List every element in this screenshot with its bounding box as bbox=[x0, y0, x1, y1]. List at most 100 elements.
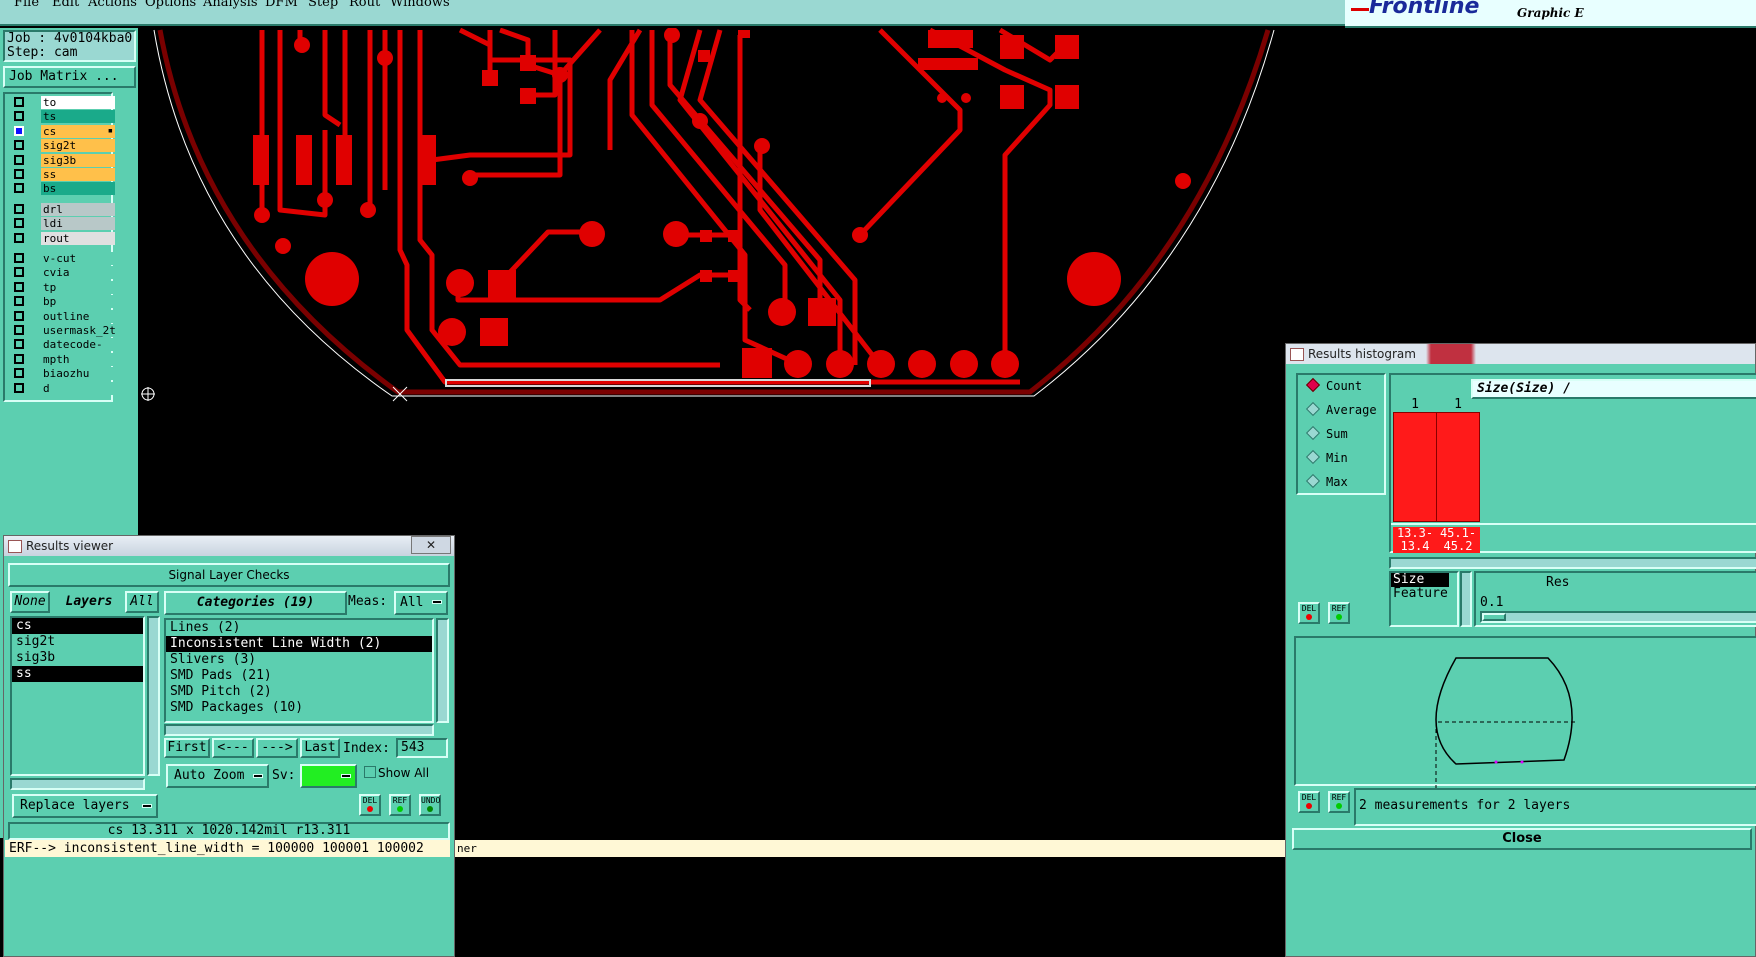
categories-list[interactable]: Lines (2) Inconsistent Line Width (2) Sl… bbox=[164, 618, 434, 723]
job-matrix-button[interactable]: Job Matrix ... bbox=[3, 66, 136, 88]
layer-name[interactable]: bs bbox=[41, 182, 115, 196]
layer-checkbox[interactable] bbox=[14, 382, 24, 393]
layer-checkbox[interactable] bbox=[14, 154, 24, 165]
layer-checkbox[interactable] bbox=[14, 232, 24, 243]
list-item[interactable]: SMD Packages (10) bbox=[166, 700, 432, 716]
layer-name[interactable]: cs ▪ bbox=[41, 124, 115, 138]
list-item[interactable]: Slivers (3) bbox=[166, 652, 432, 668]
list-item[interactable]: Size bbox=[1391, 573, 1449, 587]
layer-name[interactable]: v-cut bbox=[41, 252, 115, 265]
layer-checkbox[interactable] bbox=[14, 267, 24, 278]
layer-name[interactable]: drl bbox=[41, 202, 115, 216]
all-layers-button[interactable]: All bbox=[125, 591, 159, 613]
layer-checkbox[interactable] bbox=[14, 218, 24, 229]
layer-checkbox[interactable] bbox=[14, 97, 24, 107]
layer-name[interactable]: bp bbox=[41, 295, 115, 309]
menu-step[interactable]: Step bbox=[308, 0, 338, 10]
menu-dfm[interactable]: DFM bbox=[265, 0, 298, 10]
layer-row-mpth[interactable]: mpth bbox=[11, 352, 115, 366]
list-item[interactable]: Inconsistent Line Width (2) bbox=[166, 636, 432, 652]
layers-hscrollbar[interactable] bbox=[10, 778, 145, 790]
menu-windows[interactable]: Windows bbox=[390, 0, 450, 10]
replace-layers-dropdown[interactable]: Replace layers bbox=[12, 794, 158, 818]
list-item[interactable]: SMD Pads (21) bbox=[166, 668, 432, 684]
first-button[interactable]: First bbox=[164, 738, 210, 758]
layer-checkbox[interactable] bbox=[14, 339, 24, 350]
layer-name[interactable]: ss bbox=[41, 168, 115, 181]
layer-row-cs[interactable]: cs ▪ bbox=[11, 124, 115, 138]
mode-count-radio[interactable]: Count bbox=[1305, 377, 1362, 393]
layer-name[interactable]: mpth bbox=[41, 352, 115, 366]
ref-button[interactable]: REF bbox=[1328, 602, 1350, 624]
layer-row-cvia[interactable]: cvia bbox=[11, 266, 115, 280]
layer-row-tp[interactable]: tp bbox=[11, 280, 115, 294]
field-scrollbar[interactable] bbox=[1460, 571, 1472, 627]
layer-checkbox[interactable] bbox=[14, 169, 24, 179]
layer-row-drl[interactable]: drl bbox=[11, 202, 115, 216]
layer-checkbox[interactable] bbox=[14, 125, 24, 136]
mode-sum-radio[interactable]: Sum bbox=[1305, 425, 1348, 441]
layer-checkbox[interactable] bbox=[14, 111, 24, 122]
prev-button[interactable]: <--- bbox=[212, 738, 254, 758]
menu-options[interactable]: Options bbox=[145, 0, 196, 10]
sv-color-dropdown[interactable] bbox=[300, 764, 357, 788]
layer-name[interactable]: usermask_2t bbox=[41, 324, 116, 337]
list-item[interactable]: sig2t bbox=[12, 634, 143, 650]
layer-row-ts[interactable]: ts bbox=[11, 110, 115, 124]
menu-file[interactable]: File bbox=[14, 0, 39, 10]
menu-actions[interactable]: Actions bbox=[88, 0, 137, 10]
layer-row-v-cut[interactable]: v-cut bbox=[11, 252, 115, 265]
ref-button[interactable]: REF bbox=[389, 794, 411, 816]
histogram-bar[interactable] bbox=[1393, 412, 1437, 522]
layer-name[interactable]: sig3b bbox=[41, 153, 115, 167]
layer-row-ldi[interactable]: ldi bbox=[11, 217, 115, 231]
mode-max-radio[interactable]: Max bbox=[1305, 473, 1348, 489]
menu-edit[interactable]: Edit bbox=[52, 0, 79, 10]
layer-checkbox[interactable] bbox=[14, 140, 24, 151]
index-input[interactable]: 543 bbox=[396, 738, 448, 758]
meas-dropdown[interactable]: All bbox=[394, 591, 448, 615]
layer-name[interactable]: biaozhu bbox=[41, 367, 115, 381]
list-item[interactable]: Feature bbox=[1391, 587, 1457, 601]
layer-checkbox[interactable] bbox=[14, 253, 24, 263]
layer-name[interactable]: d bbox=[41, 381, 115, 395]
del-button[interactable]: DEL bbox=[359, 794, 381, 816]
close-icon[interactable]: ✕ bbox=[411, 536, 451, 554]
layers-list[interactable]: cs sig2t sig3b ss bbox=[10, 616, 145, 776]
slider-handle[interactable] bbox=[1482, 613, 1506, 621]
layers-scrollbar[interactable] bbox=[147, 616, 160, 776]
layer-row-sig3b[interactable]: sig3b bbox=[11, 153, 115, 167]
layer-row-ss[interactable]: ss bbox=[11, 168, 115, 181]
menu-rout[interactable]: Rout bbox=[349, 0, 380, 10]
del-button[interactable]: DEL bbox=[1298, 602, 1320, 624]
layer-row-d[interactable]: d bbox=[11, 381, 115, 395]
list-item[interactable]: sig3b bbox=[12, 650, 143, 666]
histogram-bar[interactable] bbox=[1436, 412, 1480, 522]
layer-checkbox[interactable] bbox=[14, 296, 24, 307]
layer-row-usermask_2t[interactable]: usermask_2t bbox=[11, 324, 116, 337]
layer-name[interactable]: tp bbox=[41, 280, 115, 294]
categories-hscrollbar[interactable] bbox=[164, 724, 434, 736]
layer-name[interactable]: datecode-bs bbox=[41, 338, 115, 364]
layer-row-bp[interactable]: bp bbox=[11, 295, 115, 309]
res-slider[interactable] bbox=[1480, 611, 1756, 623]
list-item[interactable]: ss bbox=[12, 666, 143, 682]
layer-row-sig2t[interactable]: sig2t bbox=[11, 139, 115, 153]
close-button[interactable]: Close bbox=[1292, 828, 1752, 850]
layer-row-bs[interactable]: bs bbox=[11, 182, 115, 196]
board-preview[interactable] bbox=[1294, 636, 1756, 788]
layer-row-datecode-bs[interactable]: datecode-bs bbox=[11, 338, 115, 364]
layer-name[interactable]: rout bbox=[41, 231, 115, 245]
layer-name[interactable]: cvia bbox=[41, 266, 115, 280]
list-item[interactable]: SMD Pitch (2) bbox=[166, 684, 432, 700]
menu-analysis[interactable]: Analysis bbox=[203, 0, 258, 10]
layer-checkbox[interactable] bbox=[14, 325, 24, 335]
list-item[interactable]: Lines (2) bbox=[166, 620, 432, 636]
layer-name[interactable]: ldi bbox=[41, 217, 115, 231]
layer-checkbox[interactable] bbox=[14, 281, 24, 292]
field-list[interactable]: Size Feature bbox=[1389, 571, 1459, 627]
layer-checkbox[interactable] bbox=[14, 368, 24, 379]
layer-row-to[interactable]: to bbox=[11, 96, 115, 109]
layer-checkbox[interactable] bbox=[14, 353, 24, 364]
layer-name[interactable]: to bbox=[41, 96, 115, 109]
